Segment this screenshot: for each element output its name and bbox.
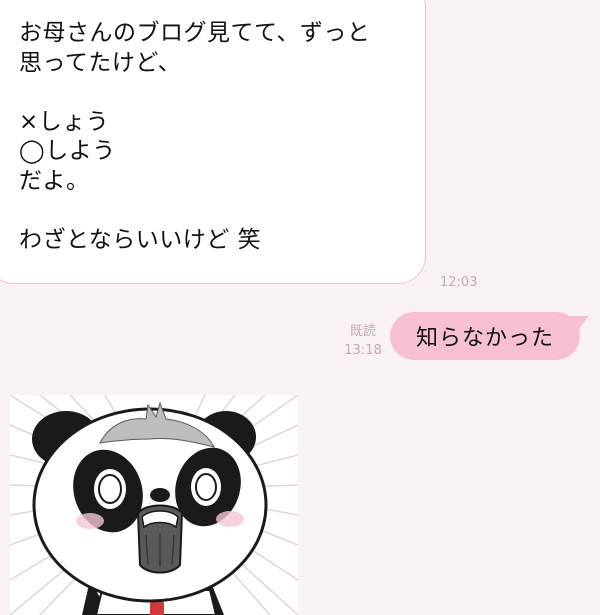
outgoing-message-time: 13:18 (344, 343, 382, 358)
outgoing-message-bubble[interactable]: 知らなかった (390, 312, 580, 360)
read-status: 既読 13:18 (343, 322, 383, 360)
incoming-message-time: 12:03 (440, 275, 478, 290)
read-label: 既読 (349, 324, 376, 339)
panda-sticker-icon (10, 395, 298, 615)
shocked-panda-sticker[interactable] (10, 395, 298, 615)
incoming-message-text: お母さんのブログ見てて、ずっと 思ってたけど、 ×しょう ◯しよう だよ。 わざ… (19, 20, 371, 253)
outgoing-message-text: 知らなかった (415, 326, 554, 351)
chat-timeline: お母さんのブログ見てて、ずっと 思ってたけど、 ×しょう ◯しよう だよ。 わざ… (0, 0, 600, 615)
incoming-message-bubble[interactable]: お母さんのブログ見てて、ずっと 思ってたけど、 ×しょう ◯しよう だよ。 わざ… (0, 0, 426, 284)
